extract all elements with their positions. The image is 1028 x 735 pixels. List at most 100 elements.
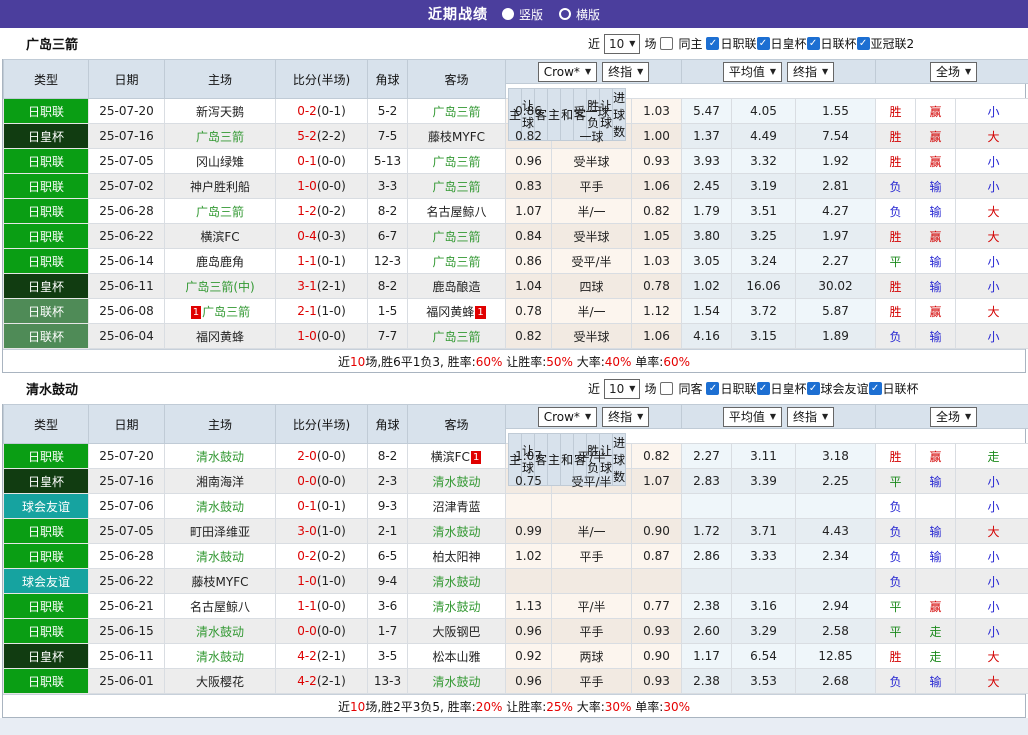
date-cell: 25-06-11 [88, 273, 165, 299]
halftime-score: (2-2) [316, 129, 346, 143]
date-cell: 25-06-14 [88, 248, 165, 274]
away-team-name: 清水鼓动 [432, 574, 481, 589]
fulltime-score: 1-1 [297, 599, 317, 613]
avg-home-cell: 3.05 [681, 248, 732, 274]
avg-away-cell: 30.02 [794, 273, 877, 299]
same-venue-checkbox[interactable]: ✓ [660, 37, 674, 50]
summary-segment: 场,胜6平1负3, 胜率: [365, 354, 476, 369]
halftime-score: (0-1) [316, 499, 346, 513]
date-cell: 25-07-05 [88, 518, 165, 544]
odds-away-cell: 0.93 [631, 668, 682, 694]
fulltime-score: 5-2 [297, 129, 317, 143]
halftime-score: (0-1) [316, 254, 346, 268]
score-cell: 0-4(0-3) [275, 223, 368, 249]
halftime-score: (0-0) [316, 474, 346, 488]
radio-horizontal[interactable]: 横版 [559, 6, 600, 23]
col-date: 日期 [88, 404, 165, 444]
handicap-result-cell: 赢 [915, 223, 957, 249]
corner-cell: 6-7 [367, 223, 408, 249]
league-filter[interactable]: ✓ 日职联 [706, 380, 757, 397]
final-odds-select-2[interactable]: 终指 ▼ [787, 61, 835, 82]
odds-handicap-cell: 受半球 [551, 323, 632, 349]
league-filter[interactable]: ✓ 亚冠联2 [856, 35, 914, 52]
league-filter[interactable]: ✓ 日联杯 [868, 380, 919, 397]
wdl-result-cell: 负 [875, 323, 917, 349]
summary-segment: 让胜率: [502, 354, 547, 369]
score-cell: 0-0(0-0) [275, 618, 368, 644]
league-filter-label: 球会友谊 [820, 382, 869, 396]
chevron-down-icon: ▼ [629, 384, 636, 393]
score-cell: 0-0(0-0) [275, 468, 368, 494]
checkbox-checked-icon: ✓ [856, 37, 870, 50]
table-row: 日联杯 25-06-04 福冈黄蜂 1-0(0-0) 7-7 广岛三箭 0.82 受半球 1.0… [3, 323, 1028, 349]
date-cell: 25-06-22 [88, 568, 165, 594]
halftime-score: (0-2) [316, 549, 346, 563]
corner-cell: 1-7 [367, 618, 408, 644]
avg-draw-cell: 3.25 [731, 223, 796, 249]
league-filter[interactable]: ✓ 日联杯 [806, 35, 857, 52]
near-label: 近 [588, 37, 601, 51]
league-filter[interactable]: ✓ 日职联 [706, 35, 757, 52]
chevron-down-icon: ▼ [584, 67, 592, 76]
score-cell: 1-1(0-1) [275, 248, 368, 274]
away-team-name: 广岛三箭 [432, 329, 481, 344]
type-cell: 日职联 [3, 148, 89, 174]
odds-home-cell: 0.96 [505, 148, 552, 174]
scope-select[interactable]: 全场 ▼ [929, 406, 978, 427]
average-select[interactable]: 平均值 ▼ [722, 61, 783, 82]
table-row: 日皇杯 25-06-11 清水鼓动 4-2(2-1) 3-5 松本山雅 0.92 两球 0.90… [3, 643, 1028, 669]
odds-handicap-cell: 平手 [551, 668, 632, 694]
table-row: 日职联 25-06-01 大阪樱花 4-2(2-1) 13-3 清水鼓动 0.96 平手 0.9… [3, 668, 1028, 694]
odds-home-cell: 0.78 [505, 298, 552, 324]
fulltime-score: 3-0 [297, 524, 317, 538]
handicap-result-cell: 赢 [915, 298, 957, 324]
bookmaker-select[interactable]: Crow* ▼ [537, 61, 598, 82]
avg-home-cell [681, 493, 732, 519]
wdl-result-cell: 胜 [875, 123, 917, 149]
bookmaker-select[interactable]: Crow* ▼ [537, 406, 598, 427]
odds-away-cell: 0.93 [631, 148, 682, 174]
date-cell: 25-06-04 [88, 323, 165, 349]
col-corner: 角球 [367, 404, 408, 444]
date-cell: 25-06-01 [88, 668, 165, 694]
odds-handicap-cell: 受半球 [551, 148, 632, 174]
avg-home-cell: 2.27 [681, 443, 732, 469]
radio-vertical[interactable]: 竖版 [501, 6, 543, 23]
average-select[interactable]: 平均值 ▼ [722, 406, 783, 427]
chevron-down-icon: ▼ [822, 67, 829, 76]
goals-result-cell: 走 [955, 443, 1028, 469]
league-filters: ✓ 日职联 ✓ 日皇杯 ✓ 日联杯 ✓ 亚冠联2 [706, 35, 914, 52]
final-odds-select[interactable]: 终指 ▼ [602, 61, 650, 82]
score-cell: 0-1(0-1) [275, 493, 368, 519]
halftime-score: (2-1) [316, 649, 346, 663]
summary-segment: 20% [475, 699, 503, 714]
wdl-result-cell: 负 [875, 493, 917, 519]
footer-strip [0, 718, 1028, 728]
odds-handicap-cell: 四球 [551, 273, 632, 299]
avg-home-cell: 4.16 [681, 323, 732, 349]
final-odds-select[interactable]: 终指 ▼ [602, 406, 650, 427]
summary-text: 近10场,胜6平1负3, 胜率:60% 让胜率:50% 大率:40% 单率:60… [338, 353, 690, 370]
scope-select[interactable]: 全场 ▼ [929, 61, 978, 82]
league-filter[interactable]: ✓ 日皇杯 [756, 380, 807, 397]
wdl-result-cell: 胜 [875, 298, 917, 324]
match-count-select[interactable]: 10 ▼ [604, 33, 641, 54]
away-team-cell: 广岛三箭 [407, 173, 506, 199]
summary-segment: 30% [663, 699, 690, 714]
col-away: 客场 [407, 59, 506, 99]
match-count-select[interactable]: 10 ▼ [604, 378, 641, 399]
score-cell: 5-2(2-2) [275, 123, 368, 149]
home-team-name: 鹿岛鹿角 [195, 254, 244, 269]
final-odds-select-2[interactable]: 终指 ▼ [787, 406, 835, 427]
score-cell: 1-0(0-0) [275, 173, 368, 199]
same-venue-checkbox[interactable]: ✓ [660, 382, 674, 395]
league-filter[interactable]: ✓ 球会友谊 [806, 380, 869, 397]
league-filter[interactable]: ✓ 日皇杯 [756, 35, 807, 52]
corner-cell: 2-3 [367, 468, 408, 494]
corner-cell: 2-1 [367, 518, 408, 544]
avg-home-cell: 3.93 [681, 148, 732, 174]
away-team-cell: 广岛三箭 [407, 98, 506, 124]
results-rows: 日职联 25-07-20 清水鼓动 2-0(0-0) 8-2 横滨FC 1 1.07 平/半 0.… [3, 443, 1028, 694]
col-type: 类型 [3, 404, 89, 444]
away-team-name: 广岛三箭 [432, 104, 481, 119]
